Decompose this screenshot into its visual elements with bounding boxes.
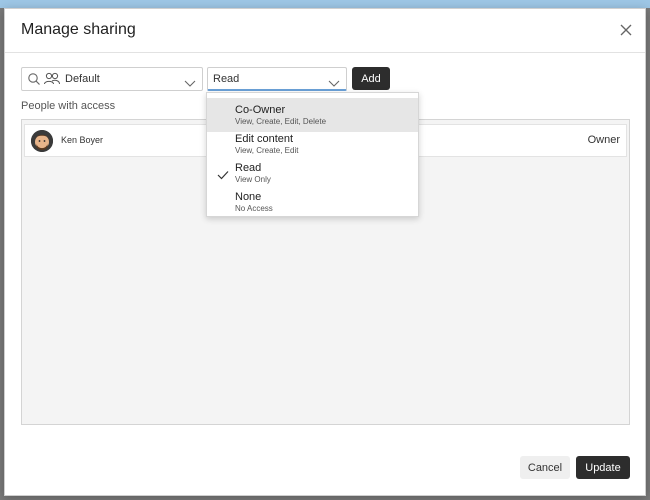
checkmark-icon — [217, 167, 229, 185]
menu-item-none[interactable]: None No Access — [207, 185, 418, 219]
menu-item-label: Co-Owner — [235, 104, 286, 116]
menu-item-label: None — [235, 191, 262, 203]
group-select[interactable]: Default — [21, 67, 203, 91]
dialog-header: Manage sharing — [5, 9, 645, 53]
menu-item-label: Read — [235, 162, 262, 174]
menu-item-description: View, Create, Edit — [235, 146, 299, 155]
manage-sharing-dialog: Manage sharing Default Read Add People w… — [4, 8, 646, 496]
add-button[interactable]: Add — [352, 67, 390, 90]
update-button[interactable]: Update — [576, 456, 630, 479]
menu-item-description: View, Create, Edit, Delete — [235, 117, 327, 126]
cancel-button[interactable]: Cancel — [520, 456, 570, 479]
person-name: Ken Boyer — [61, 135, 104, 145]
chevron-down-icon — [328, 75, 340, 93]
menu-item-description: No Access — [235, 204, 273, 213]
menu-item-description: View Only — [235, 175, 271, 184]
group-select-value: Default — [65, 73, 100, 85]
close-icon[interactable] — [617, 21, 635, 39]
permission-select[interactable]: Read — [207, 67, 347, 91]
dialog-title: Manage sharing — [21, 21, 136, 38]
person-role: Owner — [587, 134, 620, 146]
chevron-down-icon — [184, 75, 196, 93]
search-icon — [27, 72, 41, 91]
people-with-access-label: People with access — [21, 100, 116, 112]
avatar — [31, 130, 53, 152]
menu-item-label: Edit content — [235, 133, 294, 145]
people-icon — [43, 72, 61, 91]
background-top-strip — [0, 0, 650, 8]
permission-dropdown-menu: Co-Owner View, Create, Edit, Delete Edit… — [206, 92, 419, 217]
permission-select-value: Read — [213, 73, 240, 85]
